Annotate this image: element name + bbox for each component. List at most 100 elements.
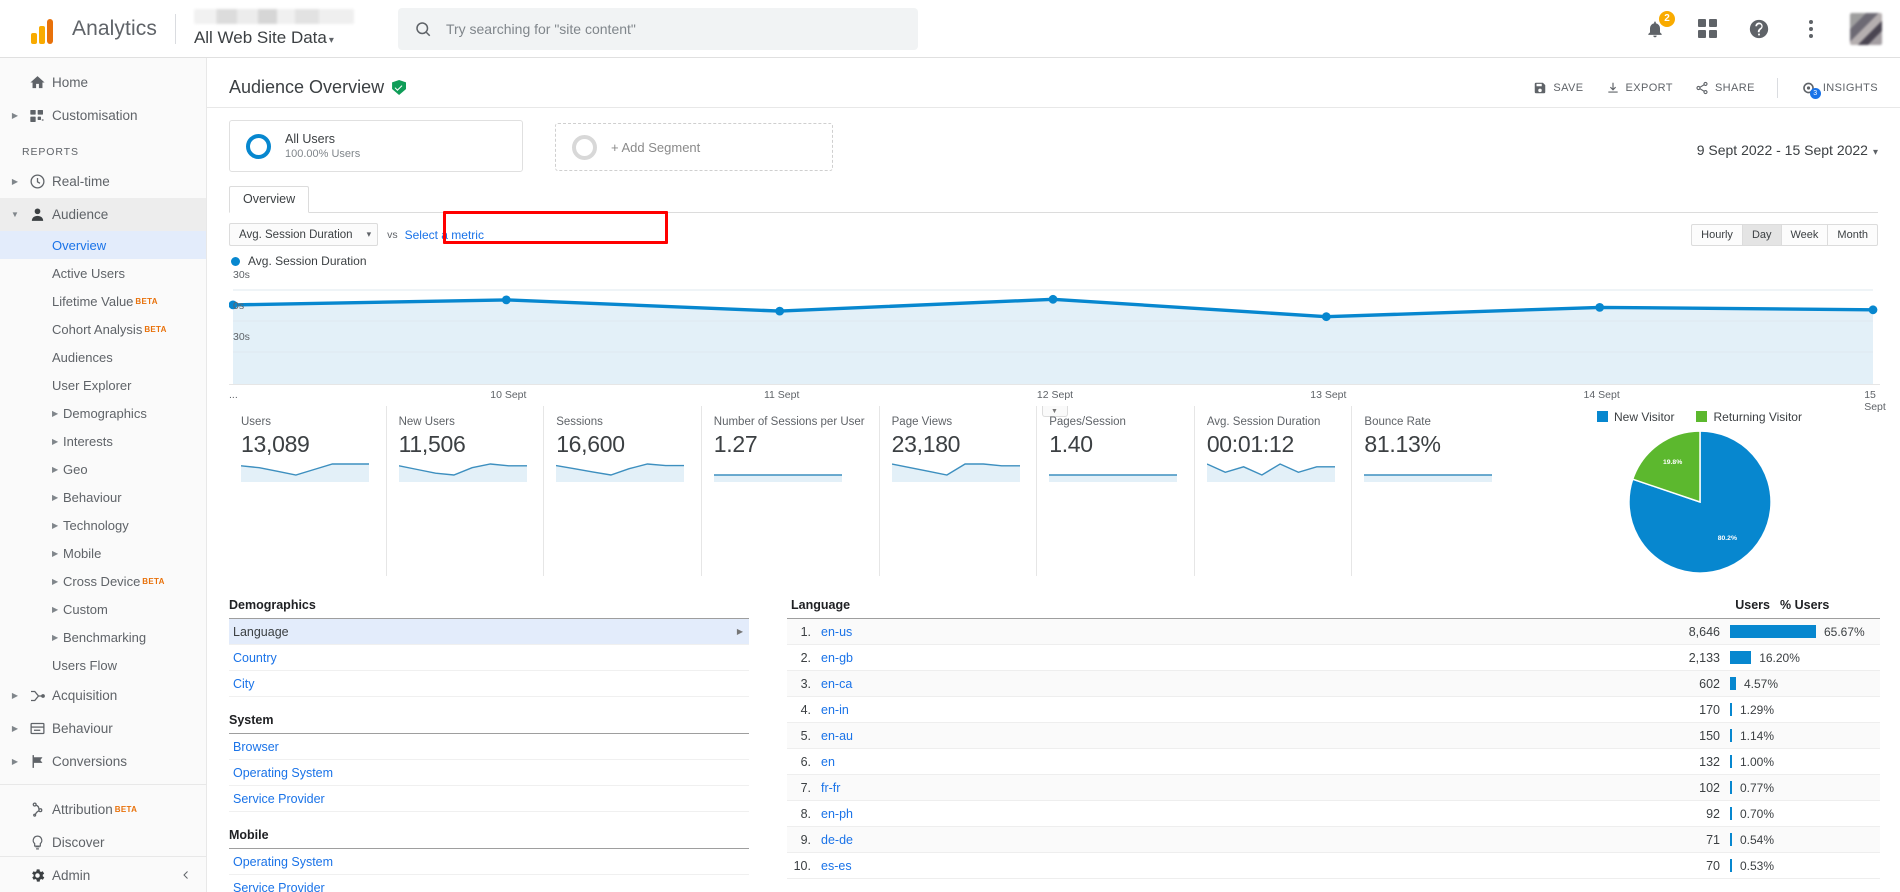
table-row[interactable]: 8.en-ph920.70% bbox=[787, 801, 1880, 827]
metric-card-avg-session-duration[interactable]: Avg. Session Duration00:01:12 bbox=[1195, 406, 1353, 576]
row-pct-wrap: 0.77% bbox=[1720, 781, 1880, 795]
demographics-row-country[interactable]: Country bbox=[229, 645, 749, 671]
sidebar-item-demographics[interactable]: ▶Demographics bbox=[0, 399, 206, 427]
tab-overview[interactable]: Overview bbox=[229, 186, 309, 213]
sidebar-item-attribution[interactable]: Attribution BETA bbox=[0, 793, 206, 826]
metric-sparkline bbox=[1207, 462, 1335, 482]
demographics-row-city[interactable]: City bbox=[229, 671, 749, 697]
table-row[interactable]: 7.fr-fr1020.77% bbox=[787, 775, 1880, 801]
row-users: 102 bbox=[1658, 781, 1720, 795]
metric-card-sessions[interactable]: Sessions16,600 bbox=[544, 406, 702, 576]
demographics-row-browser[interactable]: Browser bbox=[229, 734, 749, 760]
insights-button[interactable]: 3 INSIGHTS bbox=[1800, 80, 1878, 96]
row-language-link[interactable]: en-us bbox=[811, 625, 1658, 639]
sidebar-item-overview[interactable]: Overview bbox=[0, 231, 206, 259]
row-language-link[interactable]: es-es bbox=[811, 859, 1658, 873]
table-row[interactable]: 4.en-in1701.29% bbox=[787, 697, 1880, 723]
sidebar-subitem-label: Overview bbox=[52, 238, 106, 253]
demographics-row-service-provider[interactable]: Service Provider bbox=[229, 786, 749, 812]
row-language-link[interactable]: en-au bbox=[811, 729, 1658, 743]
metric-card-new-users[interactable]: New Users11,506 bbox=[387, 406, 545, 576]
demographics-row-operating-system[interactable]: Operating System bbox=[229, 760, 749, 786]
sidebar-item-technology[interactable]: ▶Technology bbox=[0, 511, 206, 539]
granularity-hourly-button[interactable]: Hourly bbox=[1691, 224, 1743, 246]
sidebar-item-acquisition[interactable]: ▶ Acquisition bbox=[0, 679, 206, 712]
sidebar-item-audiences[interactable]: Audiences bbox=[0, 343, 206, 371]
granularity-month-button[interactable]: Month bbox=[1827, 224, 1878, 246]
sidebar-item-behaviour[interactable]: ▶ Behaviour bbox=[0, 712, 206, 745]
share-button[interactable]: SHARE bbox=[1695, 81, 1755, 95]
sidebar-item-users-flow[interactable]: Users Flow bbox=[0, 651, 206, 679]
sidebar-item-geo[interactable]: ▶Geo bbox=[0, 455, 206, 483]
metric-card-pages-session[interactable]: Pages/Session1.40 bbox=[1037, 406, 1195, 576]
demographics-row-service-provider[interactable]: Service Provider bbox=[229, 875, 749, 892]
account-selector[interactable]: All Web Site Data▾ bbox=[194, 9, 364, 48]
sidebar-item-active-users[interactable]: Active Users bbox=[0, 259, 206, 287]
metric-select-label: Avg. Session Duration bbox=[239, 229, 353, 241]
sidebar-item-benchmarking[interactable]: ▶Benchmarking bbox=[0, 623, 206, 651]
sidebar-subitem-label: Active Users bbox=[52, 266, 125, 281]
metric-select[interactable]: Avg. Session Duration ▾ bbox=[229, 223, 378, 246]
sidebar-item-custom[interactable]: ▶Custom bbox=[0, 595, 206, 623]
sidebar-item-behaviour[interactable]: ▶Behaviour bbox=[0, 483, 206, 511]
sidebar-item-mobile[interactable]: ▶Mobile bbox=[0, 539, 206, 567]
metric-sparkline bbox=[1364, 462, 1492, 482]
chevron-right-icon: ▶ bbox=[8, 724, 22, 733]
sidebar-item-realtime[interactable]: ▶ Real-time bbox=[0, 165, 206, 198]
search-input[interactable] bbox=[446, 21, 902, 37]
visitor-pie-chart[interactable]: 80.2%19.8% bbox=[1626, 428, 1774, 576]
sidebar-item-customisation[interactable]: ▶ Customisation bbox=[0, 99, 206, 132]
row-language-link[interactable]: en-ca bbox=[811, 677, 1658, 691]
table-row[interactable]: 5.en-au1501.14% bbox=[787, 723, 1880, 749]
notifications-button[interactable]: 2 bbox=[1642, 16, 1668, 42]
export-button[interactable]: EXPORT bbox=[1606, 81, 1673, 95]
more-options-button[interactable] bbox=[1798, 16, 1824, 42]
search-box[interactable] bbox=[398, 8, 918, 50]
table-row[interactable]: 6.en1321.00% bbox=[787, 749, 1880, 775]
metric-card-bounce-rate[interactable]: Bounce Rate81.13% bbox=[1352, 406, 1509, 576]
sidebar-item-home[interactable]: Home bbox=[0, 66, 206, 99]
demographics-row-operating-system[interactable]: Operating System bbox=[229, 849, 749, 875]
row-language-link[interactable]: en-ph bbox=[811, 807, 1658, 821]
row-pct-label: 0.53% bbox=[1740, 859, 1774, 873]
segment-all-users[interactable]: All Users 100.00% Users bbox=[229, 120, 523, 172]
property-selector[interactable]: All Web Site Data▾ bbox=[194, 28, 364, 48]
table-row[interactable]: 1.en-us8,64665.67% bbox=[787, 619, 1880, 645]
sidebar-item-discover[interactable]: Discover bbox=[0, 826, 206, 859]
granularity-week-button[interactable]: Week bbox=[1781, 224, 1829, 246]
row-language-link[interactable]: de-de bbox=[811, 833, 1658, 847]
row-language-link[interactable]: fr-fr bbox=[811, 781, 1658, 795]
granularity-day-button[interactable]: Day bbox=[1742, 224, 1782, 246]
add-segment-button[interactable]: + Add Segment bbox=[555, 123, 833, 171]
sidebar-collapse-button[interactable] bbox=[0, 856, 206, 892]
avatar[interactable] bbox=[1850, 13, 1882, 45]
metric-card-number-of-sessions-per-user[interactable]: Number of Sessions per User1.27 bbox=[702, 406, 880, 576]
sidebar-item-interests[interactable]: ▶Interests bbox=[0, 427, 206, 455]
table-row[interactable]: 3.en-ca6024.57% bbox=[787, 671, 1880, 697]
legend-swatch-icon bbox=[1597, 411, 1608, 422]
sidebar-item-cross-device[interactable]: ▶Cross DeviceBETA bbox=[0, 567, 206, 595]
row-language-link[interactable]: en bbox=[811, 755, 1658, 769]
tabs-row: Overview bbox=[207, 172, 1900, 213]
main-line-chart[interactable]: 30s 0s 30s bbox=[229, 272, 1880, 384]
demographics-row-language[interactable]: Language▶ bbox=[229, 619, 749, 645]
row-language-link[interactable]: en-gb bbox=[811, 651, 1658, 665]
row-language-link[interactable]: en-in bbox=[811, 703, 1658, 717]
sidebar-item-user-explorer[interactable]: User Explorer bbox=[0, 371, 206, 399]
select-a-metric-link[interactable]: Select a metric bbox=[405, 228, 484, 242]
sidebar-item-conversions[interactable]: ▶ Conversions bbox=[0, 745, 206, 778]
table-row[interactable]: 2.en-gb2,13316.20% bbox=[787, 645, 1880, 671]
metric-value: 1.27 bbox=[714, 431, 865, 458]
save-button[interactable]: SAVE bbox=[1533, 81, 1583, 95]
metric-value: 00:01:12 bbox=[1207, 431, 1338, 458]
metric-card-users[interactable]: Users13,089 bbox=[229, 406, 387, 576]
sidebar-item-lifetime-value[interactable]: Lifetime ValueBETA bbox=[0, 287, 206, 315]
date-range-picker[interactable]: 9 Sept 2022 - 15 Sept 2022▾ bbox=[1697, 120, 1878, 158]
table-row[interactable]: 9.de-de710.54% bbox=[787, 827, 1880, 853]
sidebar-item-cohort-analysis[interactable]: Cohort AnalysisBETA bbox=[0, 315, 206, 343]
help-button[interactable] bbox=[1746, 16, 1772, 42]
metric-card-page-views[interactable]: Page Views23,180 bbox=[880, 406, 1038, 576]
sidebar-item-audience[interactable]: ▼ Audience bbox=[0, 198, 206, 231]
table-row[interactable]: 10.es-es700.53% bbox=[787, 853, 1880, 879]
apps-grid-button[interactable] bbox=[1694, 16, 1720, 42]
